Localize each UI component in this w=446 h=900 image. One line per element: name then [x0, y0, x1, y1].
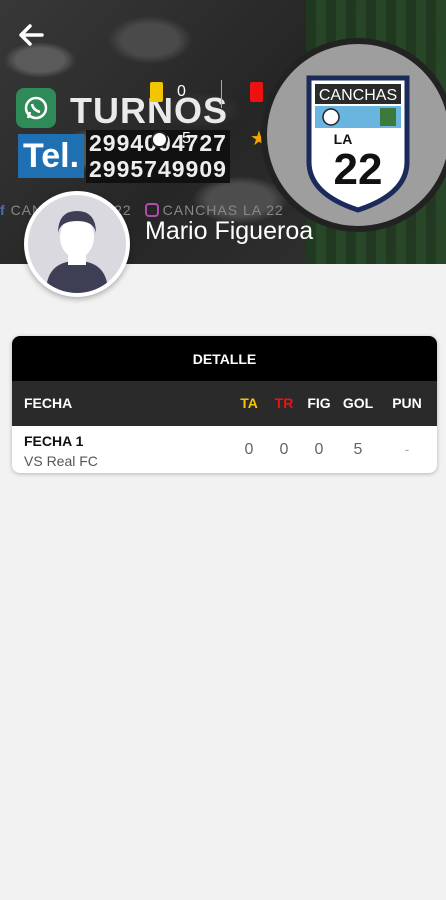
- row-tr: 0: [279, 441, 289, 458]
- detail-card: DETALLE FECHA TA TR FIG GOL PUN FECHA 1 …: [12, 336, 437, 473]
- table-row[interactable]: FECHA 1 VS Real FC 0 0 0 5 -: [12, 426, 437, 473]
- back-button[interactable]: [16, 20, 46, 50]
- soccer-ball-icon: [151, 130, 168, 148]
- banner-turnos-text: TURNOS: [70, 90, 228, 131]
- row-gol: 5: [353, 441, 363, 458]
- stat-goals: 5: [151, 130, 191, 148]
- detail-title: DETALLE: [12, 336, 437, 381]
- row-pun: -: [404, 441, 410, 457]
- column-header-tr: TR: [274, 395, 294, 411]
- table-header: FECHA TA TR FIG GOL PUN: [12, 381, 437, 426]
- red-card-icon: [250, 82, 263, 102]
- yellow-card-icon: [150, 82, 163, 102]
- yellow-cards-value: 0: [177, 83, 186, 100]
- back-arrow-icon: [19, 24, 44, 46]
- facebook-icon: f: [0, 202, 6, 218]
- row-rival: VS Real FC: [24, 453, 98, 469]
- column-header-fecha: FECHA: [24, 395, 73, 411]
- avatar: [24, 191, 130, 297]
- column-header-gol: GOL: [342, 395, 374, 411]
- goals-value: 5: [182, 130, 191, 147]
- club-shield-icon: CANCHAS LA 22: [306, 75, 410, 213]
- column-header-ta: TA: [240, 395, 258, 411]
- column-header-pun: PUN: [392, 395, 422, 411]
- logo-top-text: CANCHAS: [319, 87, 397, 104]
- banner-tel-label: Tel.: [18, 134, 84, 178]
- instagram-handle: CANCHAS LA 22: [162, 202, 284, 218]
- instagram-icon: [144, 203, 159, 217]
- club-logo: CANCHAS LA 22: [261, 38, 446, 232]
- row-fecha: FECHA 1: [24, 433, 84, 449]
- avatar-placeholder-icon: [46, 211, 108, 293]
- column-header-fig: FIG: [307, 395, 331, 411]
- stat-yellow-cards: 0: [150, 82, 186, 102]
- banner-phone-2: 2995749909: [86, 156, 230, 183]
- player-name: Mario Figueroa: [145, 217, 314, 245]
- row-ta: 0: [244, 441, 254, 458]
- stat-divider: [221, 80, 222, 108]
- logo-number: 22: [334, 145, 383, 194]
- whatsapp-icon: [16, 88, 56, 128]
- row-fig: 0: [314, 441, 324, 458]
